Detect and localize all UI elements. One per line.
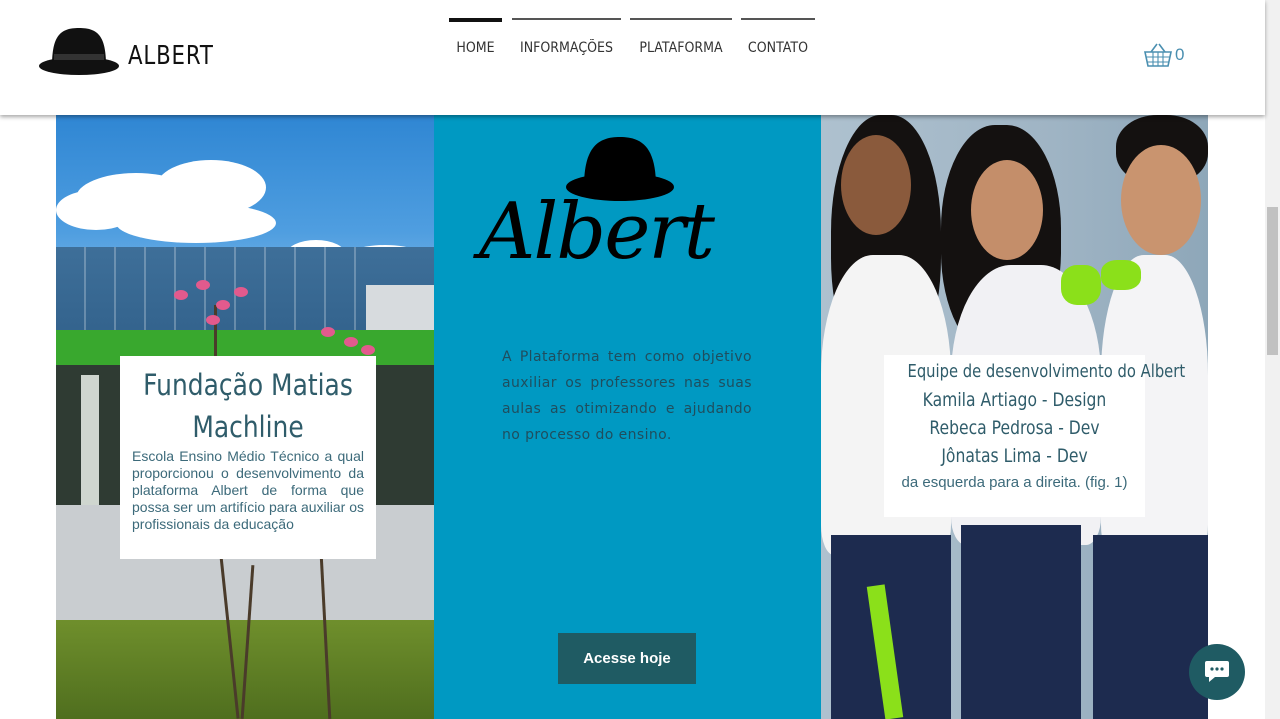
main-nav: HOME INFORMAÇÕES PLATAFORMA CONTATO: [449, 18, 815, 78]
nav-contato[interactable]: CONTATO: [741, 18, 815, 78]
team-title: Equipe de desenvolvimento do Albert: [907, 361, 1186, 382]
brand-name: ALBERT: [128, 41, 214, 71]
team-member-3: Jônatas Lima - Dev: [941, 445, 1088, 467]
school-title: Fundação Matias Machline: [138, 364, 358, 448]
nav-plataforma-label: PLATAFORMA: [639, 40, 723, 56]
nav-informacoes-label: INFORMAÇÕES: [519, 40, 614, 56]
nav-informacoes[interactable]: INFORMAÇÕES: [512, 18, 621, 78]
team-member-1: Kamila Artiago - Design: [922, 389, 1107, 411]
chat-bubble-icon: [1205, 661, 1229, 682]
page-scrollbar[interactable]: [1265, 0, 1280, 719]
brand-logo[interactable]: ALBERT: [38, 26, 233, 78]
chat-button[interactable]: [1189, 644, 1245, 700]
team-caption: da esquerda para a direita. (fig. 1): [901, 474, 1128, 491]
school-info-card: Fundação Matias Machline Escola Ensino M…: [120, 356, 376, 559]
nav-plataforma[interactable]: PLATAFORMA: [630, 18, 732, 78]
school-description: Escola Ensino Médio Técnico a qual propo…: [132, 448, 364, 532]
shopping-basket-icon: [1144, 43, 1172, 67]
site-header: ALBERT HOME INFORMAÇÕES PLATAFORMA CONTA…: [0, 0, 1265, 115]
albert-script-logo: Albert: [479, 187, 715, 277]
scrollbar-thumb[interactable]: [1267, 207, 1278, 355]
team-info-card: Equipe de desenvolvimento do Albert Kami…: [884, 355, 1186, 517]
cart-count: 0: [1175, 45, 1185, 64]
nav-home-label: HOME: [456, 40, 495, 56]
platform-description: A Plataforma tem como objetivo auxiliar …: [502, 349, 752, 443]
team-member-2: Rebeca Pedrosa - Dev: [929, 417, 1100, 439]
platform-panel: Albert A Plataforma tem como objetivo au…: [434, 115, 821, 719]
cart-button[interactable]: 0: [1143, 42, 1184, 68]
school-title-line1: Fundação Matias: [143, 368, 353, 402]
nav-home[interactable]: HOME: [449, 18, 502, 78]
school-title-line2: Machline: [192, 410, 304, 444]
access-now-button[interactable]: Acesse hoje: [558, 633, 696, 684]
nav-contato-label: CONTATO: [747, 40, 809, 56]
bowler-hat-icon: [39, 28, 119, 75]
